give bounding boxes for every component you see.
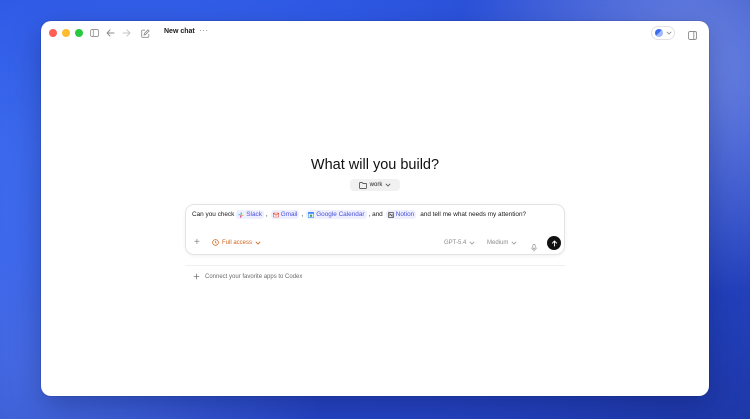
prompt-text-start: Can you check (192, 211, 235, 218)
new-chat-compose-icon[interactable] (139, 27, 151, 39)
model-label: GPT-5.4 (444, 240, 467, 246)
back-arrow-icon[interactable] (104, 27, 116, 39)
mention-chip-notion[interactable]: Notion (385, 210, 417, 219)
access-level-label: Full access (222, 239, 253, 246)
microphone-icon[interactable] (531, 239, 537, 257)
close-window-button[interactable] (49, 29, 57, 37)
mention-chip-slack[interactable]: Slack (236, 210, 264, 219)
folder-label: work (369, 182, 383, 188)
effort-label: Medium (487, 240, 509, 246)
chevron-down-icon (469, 241, 475, 245)
forward-arrow-icon[interactable] (120, 27, 132, 39)
google-calendar-icon (308, 211, 315, 218)
prompt-text-end: and tell me what needs my attention? (420, 211, 527, 218)
chevron-down-icon (511, 241, 517, 245)
mention-label: Gmail (280, 211, 298, 218)
notion-icon (387, 211, 394, 218)
profile-switcher[interactable] (651, 26, 675, 40)
prompt-input[interactable]: Can you check Slack , Gmail , Google Cal… (192, 210, 526, 219)
model-selector[interactable]: GPT-5.4 (444, 240, 475, 246)
app-window: New chat ··· What will you build? work C… (41, 21, 709, 396)
prompt-separator: , (265, 211, 268, 218)
workspace-folder-selector[interactable]: work (350, 179, 400, 191)
gmail-icon (272, 212, 279, 217)
chevron-down-icon (255, 241, 261, 245)
plus-icon (193, 273, 200, 280)
prompt-separator: , (301, 211, 304, 218)
page-title: What will you build? (310, 157, 440, 173)
reasoning-effort-selector[interactable]: Medium (487, 240, 517, 246)
mention-label: Google Calendar (316, 211, 365, 218)
slack-icon (238, 211, 244, 218)
avatar (655, 29, 663, 37)
connect-apps-link[interactable]: Connect your favorite apps to Codex (193, 273, 302, 280)
more-options-icon[interactable]: ··· (199, 26, 209, 35)
prompt-separator: , and (368, 211, 383, 218)
divider (185, 265, 565, 266)
zoom-window-button[interactable] (75, 29, 83, 37)
titlebar: New chat ··· (41, 21, 709, 45)
mention-chip-google-calendar[interactable]: Google Calendar (306, 210, 367, 219)
mention-chip-gmail[interactable]: Gmail (270, 210, 300, 219)
send-button[interactable] (547, 236, 561, 250)
mention-label: Slack (246, 211, 262, 218)
sidebar-toggle-icon[interactable] (88, 27, 100, 39)
add-attachment-button[interactable]: + (194, 238, 200, 248)
folder-icon (358, 181, 367, 189)
window-title: New chat (164, 28, 195, 35)
access-level-selector[interactable]: Full access (212, 239, 261, 246)
right-panel-toggle-icon[interactable] (688, 27, 697, 45)
arrow-up-icon (551, 240, 557, 246)
chevron-down-icon (385, 183, 391, 187)
prompt-composer[interactable]: Can you check Slack , Gmail , Google Cal… (185, 204, 565, 255)
mention-label: Notion (395, 211, 415, 218)
chevron-down-icon (666, 31, 672, 35)
minimize-window-button[interactable] (62, 29, 70, 37)
connect-apps-label: Connect your favorite apps to Codex (205, 273, 303, 280)
clock-icon (212, 239, 219, 246)
